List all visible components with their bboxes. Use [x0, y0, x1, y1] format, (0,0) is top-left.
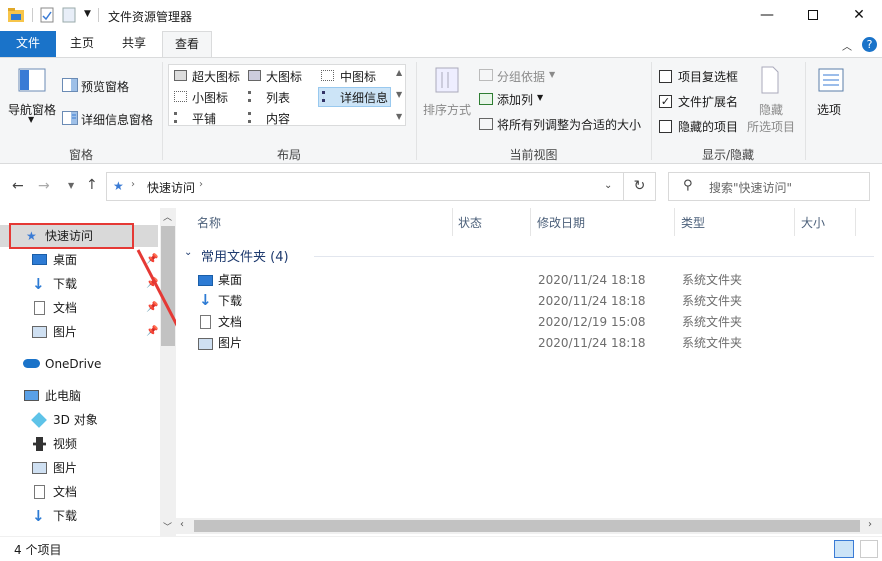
- file-date: 2020/11/24 18:18: [538, 294, 646, 308]
- file-row-documents[interactable]: 文档 2020/12/19 15:08 系统文件夹: [176, 312, 882, 333]
- file-type: 系统文件夹: [682, 336, 743, 350]
- large-icons-view-icon[interactable]: [860, 540, 878, 558]
- scroll-left-icon[interactable]: ‹: [180, 519, 184, 530]
- column-header-status[interactable]: 状态: [458, 214, 482, 231]
- file-type: 系统文件夹: [682, 273, 743, 287]
- file-date: 2020/11/24 18:18: [538, 273, 646, 287]
- column-header-size[interactable]: 大小: [801, 214, 825, 231]
- file-type: 系统文件夹: [682, 315, 743, 329]
- chevron-down-icon[interactable]: ⌄: [184, 247, 192, 258]
- file-row-pictures[interactable]: 图片 2020/11/24 18:18 系统文件夹: [176, 333, 882, 354]
- document-icon: [200, 315, 211, 329]
- scrollbar-thumb[interactable]: [194, 520, 860, 532]
- column-header-name[interactable]: 名称: [197, 214, 221, 231]
- download-icon: ↓: [199, 291, 212, 309]
- group-header-label: 常用文件夹 (4): [201, 250, 289, 265]
- column-header-date[interactable]: 修改日期: [537, 214, 585, 231]
- item-count: 4 个项目: [14, 543, 62, 557]
- file-date: 2020/11/24 18:18: [538, 336, 646, 350]
- group-header[interactable]: ⌄ 常用文件夹 (4): [184, 246, 874, 266]
- file-name: 文档: [218, 315, 243, 329]
- file-list: 名称 状态 修改日期 类型 大小 ⌄ 常用文件夹 (4) 桌面 2020/11/…: [176, 208, 882, 518]
- file-date: 2020/12/19 15:08: [538, 315, 646, 329]
- file-name: 图片: [218, 336, 243, 350]
- status-bar: 4 个项目: [0, 536, 882, 561]
- file-row-desktop[interactable]: 桌面 2020/11/24 18:18 系统文件夹: [176, 270, 882, 291]
- pictures-icon: [198, 338, 213, 350]
- column-header-type[interactable]: 类型: [681, 214, 705, 231]
- file-name: 桌面: [218, 273, 243, 287]
- desktop-icon: [198, 275, 213, 286]
- scroll-right-icon[interactable]: ›: [868, 519, 872, 530]
- horizontal-scrollbar[interactable]: ‹ ›: [176, 518, 882, 534]
- details-view-icon[interactable]: [834, 540, 854, 558]
- file-type: 系统文件夹: [682, 294, 743, 308]
- file-row-downloads[interactable]: ↓ 下载 2020/11/24 18:18 系统文件夹: [176, 291, 882, 312]
- file-name: 下载: [218, 294, 243, 308]
